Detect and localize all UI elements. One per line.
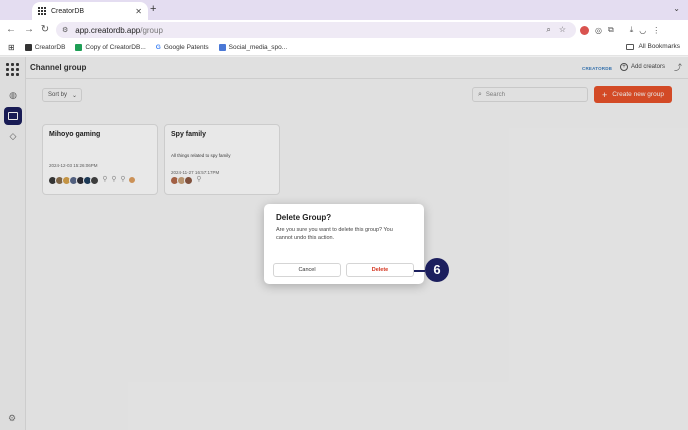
delete-group-dialog: Delete Group? Are you sure you want to d… bbox=[264, 204, 424, 284]
bookmark-social-media[interactable]: Social_media_spo... bbox=[218, 44, 287, 51]
step-number-badge: 6 bbox=[425, 258, 449, 282]
dialog-title: Delete Group? bbox=[276, 213, 332, 222]
creatordb-icon bbox=[24, 44, 32, 51]
puzzle-icon[interactable]: ⧉ bbox=[608, 25, 614, 35]
back-icon[interactable]: ← bbox=[4, 24, 18, 35]
more-icon[interactable]: ⋮ bbox=[652, 26, 660, 35]
new-tab-icon[interactable]: + bbox=[150, 3, 156, 15]
bookmark-copy-creatordb[interactable]: Copy of CreatorDB... bbox=[75, 44, 146, 51]
close-tab-icon[interactable]: ✕ bbox=[135, 7, 142, 16]
profile-icon[interactable]: ◡ bbox=[639, 26, 646, 35]
browser-tab[interactable]: CreatorDB ✕ bbox=[32, 2, 148, 20]
bookmark-creatordb[interactable]: CreatorDB bbox=[24, 44, 65, 51]
omnibox[interactable]: ⚙ app.creatordb.app/group ⌕ ☆ bbox=[56, 22, 576, 38]
cancel-button[interactable]: Cancel bbox=[273, 263, 341, 277]
url-host: app.creatordb.app bbox=[75, 25, 141, 35]
address-toolbar: ← → ↻ ⚙ app.creatordb.app/group ⌕ ☆ ◎ ⧉ … bbox=[0, 20, 688, 40]
url-path: /group bbox=[140, 25, 163, 35]
forward-icon[interactable]: → bbox=[22, 24, 36, 35]
reload-icon[interactable]: ↻ bbox=[38, 24, 52, 35]
delete-button[interactable]: Delete bbox=[346, 263, 414, 277]
apps-grid-icon[interactable]: ⊞ bbox=[8, 43, 15, 52]
extension-avatar-icon[interactable] bbox=[580, 25, 589, 35]
zoom-icon[interactable]: ⌕ bbox=[546, 25, 550, 35]
sheets-icon bbox=[75, 44, 83, 51]
extension-icon[interactable]: ◎ bbox=[595, 26, 602, 35]
step-connector bbox=[414, 270, 425, 272]
creatordb-favicon-icon bbox=[38, 7, 46, 15]
bookmarks-bar: ⊞ CreatorDB Copy of CreatorDB... G Google… bbox=[0, 40, 688, 56]
tab-search-chevron-icon[interactable]: ⌄ bbox=[673, 4, 680, 13]
tab-title: CreatorDB bbox=[51, 7, 85, 15]
bookmark-star-icon[interactable]: ☆ bbox=[559, 25, 566, 35]
bookmark-google-patents[interactable]: G Google Patents bbox=[156, 44, 209, 51]
all-bookmarks[interactable]: All Bookmarks bbox=[626, 43, 680, 50]
google-icon: G bbox=[155, 44, 161, 51]
download-icon[interactable]: ⤓ bbox=[630, 25, 634, 35]
browser-tab-bar: CreatorDB ✕ + ⌄ bbox=[0, 0, 688, 20]
site-info-icon[interactable]: ⚙ bbox=[62, 26, 68, 34]
docs-icon bbox=[218, 44, 226, 51]
folder-icon bbox=[626, 43, 635, 50]
dialog-body: Are you sure you want to delete this gro… bbox=[276, 227, 393, 241]
